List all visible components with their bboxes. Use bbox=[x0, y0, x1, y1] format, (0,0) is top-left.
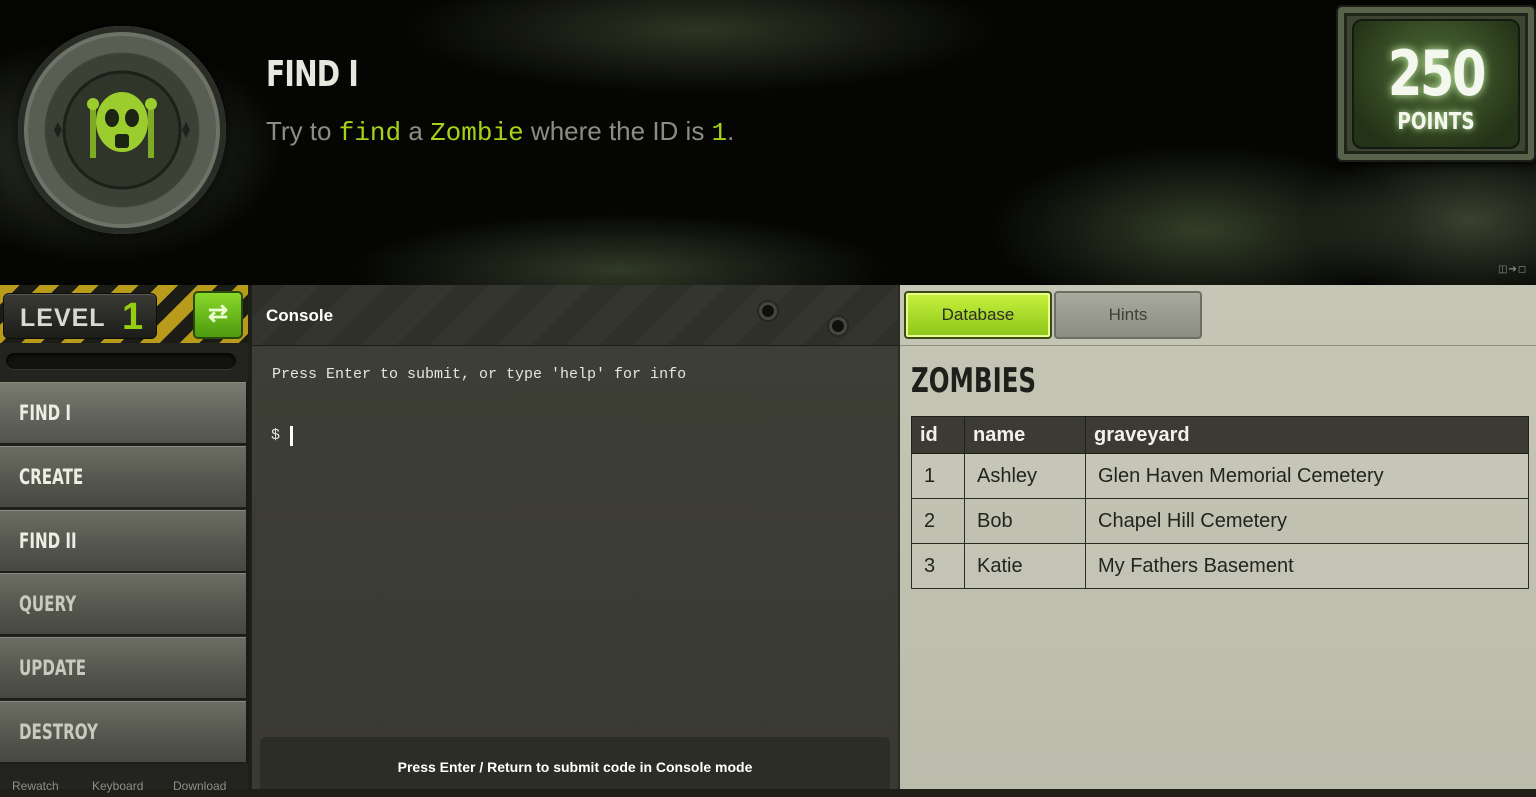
table-header-row: id name graveyard bbox=[911, 416, 1529, 454]
info-panel: Database Hints ZOMBIES id name graveyard… bbox=[898, 285, 1536, 789]
level-label: LEVEL bbox=[20, 304, 106, 332]
console-prompt: $ bbox=[271, 427, 281, 444]
sidebar-item-label: CREATE bbox=[19, 465, 84, 489]
bullet-hole-icon bbox=[832, 320, 844, 332]
level-title: FIND I bbox=[266, 54, 359, 95]
cell-graveyard: Chapel Hill Cemetery bbox=[1085, 498, 1529, 544]
instruction-part: . bbox=[727, 116, 735, 146]
cell-graveyard: My Fathers Basement bbox=[1085, 543, 1529, 589]
console-title: Console bbox=[266, 306, 334, 325]
level-progress-bar bbox=[6, 353, 236, 369]
level-sidebar: LEVEL 1 ⇄ FIND I CREATE FIND II QUERY UP… bbox=[0, 285, 248, 793]
bullet-hole-icon bbox=[762, 305, 774, 317]
sidebar-item-label: FIND I bbox=[19, 401, 72, 425]
level-number: 1 bbox=[122, 296, 144, 338]
cell-graveyard: Glen Haven Memorial Cemetery bbox=[1085, 453, 1529, 499]
points-label: POINTS bbox=[1397, 109, 1475, 135]
cell-name: Ashley bbox=[964, 453, 1086, 499]
zombies-table: id name graveyard 1 Ashley Glen Haven Me… bbox=[911, 416, 1529, 589]
layout-toggle-icons[interactable]: ◫➔◻ bbox=[1498, 264, 1527, 275]
cell-name: Katie bbox=[964, 543, 1086, 589]
points-screen: 250 POINTS bbox=[1352, 19, 1520, 149]
sidebar-item-update[interactable]: UPDATE bbox=[0, 637, 246, 700]
table-title: ZOMBIES bbox=[911, 361, 1037, 401]
instruction-part: a bbox=[401, 116, 431, 146]
instruction-text: Try to find a Zombie where the ID is 1. bbox=[266, 116, 734, 148]
rewatch-link[interactable]: Rewatch bbox=[12, 779, 59, 793]
cell-id: 1 bbox=[911, 453, 965, 499]
zombie-skull-icon bbox=[54, 70, 190, 190]
sidebar-item-destroy[interactable]: DESTROY bbox=[0, 701, 246, 764]
cell-id: 3 bbox=[911, 543, 965, 589]
column-header-name: name bbox=[964, 416, 1086, 454]
instruction-code-id: 1 bbox=[711, 118, 728, 148]
tab-hints[interactable]: Hints bbox=[1054, 291, 1202, 339]
sidebar-item-find-i[interactable]: FIND I bbox=[0, 382, 246, 445]
table-row: 3 Katie My Fathers Basement bbox=[911, 543, 1529, 589]
cell-id: 2 bbox=[911, 498, 965, 544]
download-link[interactable]: Download bbox=[173, 779, 226, 793]
level-bar: LEVEL 1 ⇄ bbox=[0, 285, 248, 343]
table-row: 1 Ashley Glen Haven Memorial Cemetery bbox=[911, 453, 1529, 499]
column-header-graveyard: graveyard bbox=[1085, 416, 1529, 454]
sidebar-item-label: QUERY bbox=[19, 592, 77, 616]
console-panel: Console Press Enter to submit, or type '… bbox=[252, 285, 898, 789]
sidebar-item-label: DESTROY bbox=[19, 720, 98, 744]
points-display: 250 POINTS bbox=[1336, 5, 1536, 162]
instruction-code-zombie: Zombie bbox=[430, 118, 524, 148]
tab-database[interactable]: Database bbox=[904, 291, 1052, 339]
points-value: 250 bbox=[1387, 37, 1487, 110]
cell-name: Bob bbox=[964, 498, 1086, 544]
column-header-id: id bbox=[911, 416, 965, 454]
panel-tabs: Database Hints bbox=[900, 285, 1536, 346]
rails-for-zombies-logo[interactable] bbox=[18, 26, 226, 234]
console-terminal[interactable]: Press Enter to submit, or type 'help' fo… bbox=[252, 346, 898, 789]
console-info-text: Press Enter to submit, or type 'help' fo… bbox=[272, 366, 687, 383]
sidebar-item-create[interactable]: CREATE bbox=[0, 446, 246, 509]
console-header: Console bbox=[252, 285, 898, 346]
sidebar-item-find-ii[interactable]: FIND II bbox=[0, 510, 246, 573]
table-row: 2 Bob Chapel Hill Cemetery bbox=[911, 498, 1529, 544]
console-cursor bbox=[290, 426, 293, 446]
sidebar-item-label: UPDATE bbox=[19, 656, 87, 680]
level-indicator: LEVEL 1 bbox=[3, 293, 157, 339]
console-footer-hint: Press Enter / Return to submit code in C… bbox=[260, 737, 890, 789]
instruction-part: Try to bbox=[266, 116, 339, 146]
instruction-code-find: find bbox=[338, 118, 402, 148]
sidebar-item-label: FIND II bbox=[19, 529, 77, 553]
instruction-part: where the ID is bbox=[523, 116, 712, 146]
swap-level-button[interactable]: ⇄ bbox=[193, 291, 243, 339]
keyboard-link[interactable]: Keyboard bbox=[92, 779, 143, 793]
header-banner: FIND I Try to find a Zombie where the ID… bbox=[0, 0, 1536, 285]
sidebar-item-query[interactable]: QUERY bbox=[0, 573, 246, 636]
